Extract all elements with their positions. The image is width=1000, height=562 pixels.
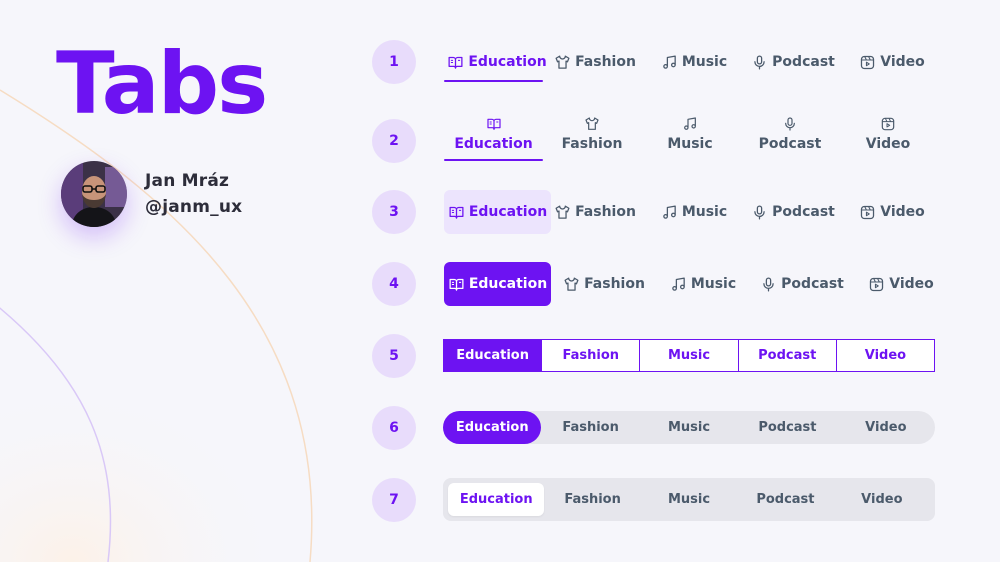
tab-music[interactable]: Music xyxy=(670,262,736,306)
tab-video[interactable]: Video xyxy=(859,190,925,234)
book-icon xyxy=(486,116,502,132)
tabs-row-5: 5 Education Fashion Music Podcast Video xyxy=(372,334,942,378)
video-play-icon xyxy=(880,116,896,132)
tab-label: Podcast xyxy=(758,136,822,152)
video-play-icon xyxy=(859,54,876,71)
tab-label: Fashion xyxy=(561,136,623,152)
tabs-row-6: 6 Education Fashion Music Podcast Video xyxy=(372,406,942,450)
tab-podcast[interactable]: Podcast xyxy=(737,483,833,516)
tab-music[interactable]: Music xyxy=(654,111,726,157)
author-handle: @janm_ux xyxy=(145,197,243,217)
shirt-icon xyxy=(554,54,571,71)
tabs-row-4: 4 Education Fashion Music Podcast Video xyxy=(372,262,942,306)
tabs-row-2: 2 Education Fashion Music Podcast Video xyxy=(372,119,942,163)
tab-fashion[interactable]: Fashion xyxy=(554,190,636,234)
shirt-icon xyxy=(584,116,600,132)
tab-label: Podcast xyxy=(781,276,844,292)
tab-podcast[interactable]: Podcast xyxy=(751,190,835,234)
tab-podcast[interactable]: Podcast xyxy=(738,411,836,444)
tab-education[interactable]: Education xyxy=(443,411,542,444)
tab-track: Education Fashion Music Podcast Video xyxy=(443,411,935,444)
tab-label: Education xyxy=(468,276,548,292)
author-name: Jan Mráz xyxy=(145,171,230,191)
video-play-icon xyxy=(868,276,885,293)
music-note-icon xyxy=(661,54,678,71)
shirt-icon xyxy=(563,276,580,293)
tab-label: Video xyxy=(880,204,925,220)
tab-music[interactable]: Music xyxy=(640,411,738,444)
tab-label: Music xyxy=(667,136,713,152)
tab-music[interactable]: Music xyxy=(641,483,737,516)
book-icon xyxy=(448,204,465,221)
tab-video[interactable]: Video xyxy=(852,111,924,157)
video-play-icon xyxy=(859,204,876,221)
tab-label: Video xyxy=(865,136,911,152)
tab-label: Fashion xyxy=(575,54,636,70)
tab-label: Music xyxy=(681,204,728,220)
tab-education[interactable]: Education xyxy=(444,111,543,157)
active-indicator xyxy=(444,80,543,82)
tab-podcast[interactable]: Podcast xyxy=(739,340,837,371)
tab-video[interactable]: Video xyxy=(868,262,934,306)
tab-label: Education xyxy=(468,204,548,220)
tabs-row-7: 7 Education Fashion Music Podcast Video xyxy=(372,478,942,522)
tab-fashion[interactable]: Fashion xyxy=(544,483,640,516)
tab-music[interactable]: Music xyxy=(661,190,728,234)
tab-fashion[interactable]: Fashion xyxy=(554,48,636,76)
music-note-icon xyxy=(661,204,678,221)
tab-education[interactable]: Education xyxy=(448,483,545,516)
avatar xyxy=(61,161,127,227)
tab-label: Fashion xyxy=(584,276,645,292)
page-title: Tabs xyxy=(56,34,268,134)
row-number: 7 xyxy=(372,478,416,522)
tab-label: Podcast xyxy=(772,204,835,220)
tab-label: Music xyxy=(690,276,737,292)
tab-label: Podcast xyxy=(772,54,835,70)
tab-music[interactable]: Music xyxy=(640,340,739,371)
microphone-icon xyxy=(782,116,798,132)
tab-label: Video xyxy=(880,54,925,70)
tab-education[interactable]: Education xyxy=(444,262,551,306)
tabs-row-3: 3 Education Fashion Music Podcast Video xyxy=(372,190,942,234)
tab-label: Education xyxy=(454,136,533,152)
book-icon xyxy=(448,276,465,293)
active-indicator xyxy=(444,159,543,161)
tab-fashion[interactable]: Fashion xyxy=(541,411,639,444)
row-number: 6 xyxy=(372,406,416,450)
tab-label: Video xyxy=(889,276,934,292)
microphone-icon xyxy=(751,54,768,71)
tab-fashion[interactable]: Fashion xyxy=(552,111,632,157)
tab-label: Fashion xyxy=(575,204,636,220)
tab-track: Education Fashion Music Podcast Video xyxy=(443,478,935,521)
tab-video[interactable]: Video xyxy=(837,411,935,444)
tab-video[interactable]: Video xyxy=(837,340,934,371)
tab-music[interactable]: Music xyxy=(661,48,728,76)
tab-education[interactable]: Education xyxy=(444,190,551,234)
tab-education[interactable]: Education xyxy=(451,48,547,76)
segmented-control: Education Fashion Music Podcast Video xyxy=(443,339,935,372)
tab-label: Education xyxy=(468,54,547,70)
tab-fashion[interactable]: Fashion xyxy=(542,340,641,371)
tab-podcast[interactable]: Podcast xyxy=(760,262,844,306)
microphone-icon xyxy=(751,204,768,221)
music-note-icon xyxy=(670,276,687,293)
shirt-icon xyxy=(554,204,571,221)
row-number: 5 xyxy=(372,334,416,378)
tab-video[interactable]: Video xyxy=(859,48,925,76)
tab-podcast[interactable]: Podcast xyxy=(750,111,830,157)
book-icon xyxy=(447,54,464,71)
tab-fashion[interactable]: Fashion xyxy=(563,262,645,306)
tab-video[interactable]: Video xyxy=(834,483,930,516)
tab-label: Music xyxy=(681,54,728,70)
tabs-row-1: 1 Education Fashion Music Podcast Video xyxy=(372,40,942,84)
tab-education[interactable]: Education xyxy=(444,340,543,371)
music-note-icon xyxy=(682,116,698,132)
tab-podcast[interactable]: Podcast xyxy=(751,48,835,76)
microphone-icon xyxy=(760,276,777,293)
